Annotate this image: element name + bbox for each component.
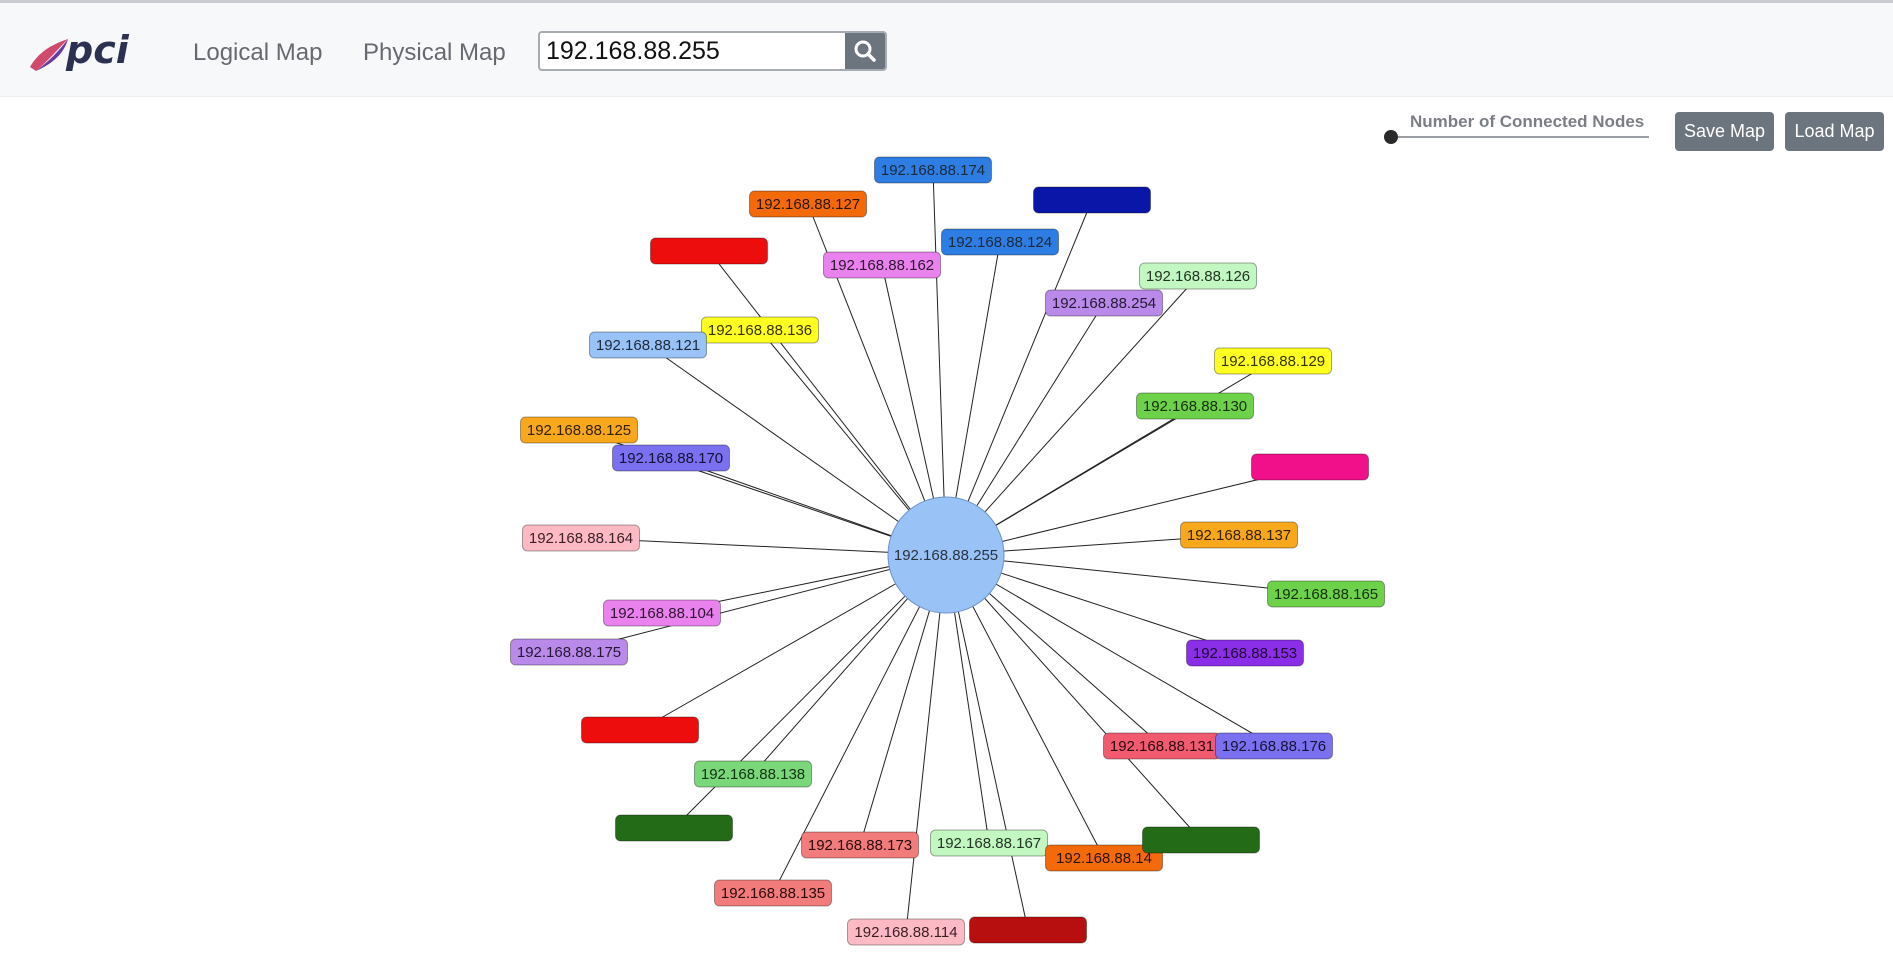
node-192-168-88-131[interactable]: 192.168.88.131 bbox=[1103, 732, 1221, 760]
node-label: 192.168.88.124 bbox=[948, 234, 1052, 251]
node-label: 192.168.88.125 bbox=[527, 422, 631, 439]
node-label: 192.168.88.136 bbox=[708, 322, 812, 339]
node-192-168-88-254[interactable]: 192.168.88.254 bbox=[1045, 289, 1163, 317]
node-192-168-88-134[interactable]: 192.168.88.134 bbox=[1033, 186, 1151, 214]
node-192-168-88-153[interactable]: 192.168.88.153 bbox=[1186, 639, 1304, 667]
node-192-168-88-130[interactable]: 192.168.88.130 bbox=[1136, 392, 1254, 420]
node-192-168-88-175[interactable]: 192.168.88.175 bbox=[510, 638, 628, 666]
node-label: 192.168.88.11 bbox=[1263, 459, 1358, 476]
node-label: 192.168.88.15 bbox=[661, 243, 757, 260]
node-192-168-88-27[interactable]: 192.168.88.27 bbox=[1142, 826, 1260, 854]
node-label: 192.168.88.134 bbox=[1040, 192, 1144, 209]
load-map-button[interactable]: Load Map bbox=[1785, 112, 1884, 151]
node-192-168-88-124[interactable]: 192.168.88.124 bbox=[941, 228, 1059, 256]
node-label: 192.168.88.164 bbox=[529, 530, 633, 547]
node-label: 192.168.88.165 bbox=[1274, 586, 1378, 603]
node-label: 192.168.88.131 bbox=[1110, 738, 1214, 755]
node-label: 192.168.88.174 bbox=[881, 162, 985, 179]
save-map-button[interactable]: Save Map bbox=[1675, 112, 1774, 151]
node-label: 192.168.88.176 bbox=[1222, 738, 1326, 755]
slider-handle[interactable] bbox=[1384, 130, 1398, 144]
node-192-168-88-164[interactable]: 192.168.88.164 bbox=[522, 524, 640, 552]
node-label: 192.168.88.175 bbox=[517, 644, 621, 661]
node-192-168-88-138[interactable]: 192.168.88.138 bbox=[694, 760, 812, 788]
node-192-168-88-174[interactable]: 192.168.88.174 bbox=[874, 156, 992, 184]
node-label: 192.168.88.139 bbox=[622, 820, 726, 837]
node-label: 192.168.88.135 bbox=[721, 885, 825, 902]
center-node[interactable]: 192.168.88.255 bbox=[887, 496, 1005, 614]
node-label: 192.168.88.254 bbox=[1052, 295, 1156, 312]
node-192-168-88-165[interactable]: 192.168.88.165 bbox=[1267, 580, 1385, 608]
node-192-168-88-136[interactable]: 192.168.88.136 bbox=[701, 316, 819, 344]
node-192-168-88-129[interactable]: 192.168.88.129 bbox=[1214, 347, 1332, 375]
node-label: 192.168.88.14 bbox=[1056, 850, 1152, 867]
node-label: 192.168.88.138 bbox=[701, 766, 805, 783]
node-192-168-88-121[interactable]: 192.168.88.121 bbox=[589, 331, 707, 359]
node-label: 192.168.88.127 bbox=[756, 196, 860, 213]
node-192-168-88-127[interactable]: 192.168.88.127 bbox=[749, 190, 867, 218]
node-label: 192.168.88.173 bbox=[808, 837, 912, 854]
node-192-168-88-11[interactable]: 192.168.88.11 bbox=[1251, 453, 1369, 481]
node-label: 192.168.88.167 bbox=[937, 835, 1041, 852]
node-192-168-88-12[interactable]: 192.168.88.12 bbox=[581, 716, 699, 744]
node-192-168-88-104[interactable]: 192.168.88.104 bbox=[603, 599, 721, 627]
node-192-168-88-135[interactable]: 192.168.88.135 bbox=[714, 879, 832, 907]
node-label: 192.168.88.153 bbox=[1193, 645, 1297, 662]
node-label: 192.168.88.126 bbox=[1146, 268, 1250, 285]
node-label: 192.168.88.137 bbox=[1187, 527, 1291, 544]
node-192-168-88-167[interactable]: 192.168.88.167 bbox=[930, 829, 1048, 857]
node-label: 192.168.88.130 bbox=[1143, 398, 1247, 415]
node-192-168-88-15[interactable]: 192.168.88.15 bbox=[650, 237, 768, 265]
node-192-168-88-13[interactable]: 192.168.88.13 bbox=[969, 916, 1087, 944]
node-192-168-88-125[interactable]: 192.168.88.125 bbox=[520, 416, 638, 444]
node-label: 192.168.88.13 bbox=[980, 922, 1076, 939]
node-192-168-88-162[interactable]: 192.168.88.162 bbox=[823, 251, 941, 279]
node-label: 192.168.88.27 bbox=[1153, 832, 1249, 849]
node-192-168-88-170[interactable]: 192.168.88.170 bbox=[612, 444, 730, 472]
node-label: 192.168.88.114 bbox=[854, 924, 957, 941]
node-label: 192.168.88.162 bbox=[830, 257, 934, 274]
node-192-168-88-139[interactable]: 192.168.88.139 bbox=[615, 814, 733, 842]
connected-nodes-slider: Number of Connected Nodes bbox=[1383, 108, 1653, 148]
node-label: 192.168.88.129 bbox=[1221, 353, 1325, 370]
node-label: 192.168.88.170 bbox=[619, 450, 723, 467]
slider-track[interactable] bbox=[1391, 136, 1649, 138]
node-192-168-88-173[interactable]: 192.168.88.173 bbox=[801, 831, 919, 859]
node-label: 192.168.88.121 bbox=[596, 337, 700, 354]
node-192-168-88-126[interactable]: 192.168.88.126 bbox=[1139, 262, 1257, 290]
node-label: 192.168.88.12 bbox=[592, 722, 688, 739]
node-192-168-88-137[interactable]: 192.168.88.137 bbox=[1180, 521, 1298, 549]
slider-label: Number of Connected Nodes bbox=[1410, 112, 1645, 131]
node-192-168-88-176[interactable]: 192.168.88.176 bbox=[1215, 732, 1333, 760]
node-label: 192.168.88.104 bbox=[610, 605, 714, 622]
node-192-168-88-114[interactable]: 192.168.88.114 bbox=[847, 918, 965, 946]
center-node-label: 192.168.88.255 bbox=[894, 547, 998, 564]
